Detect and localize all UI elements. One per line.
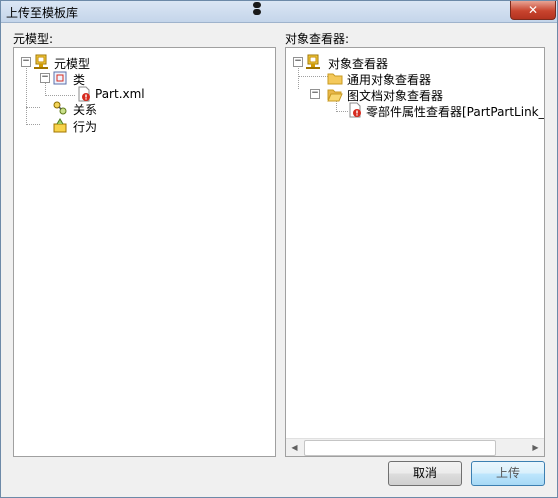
upload-dialog: 上传至模板库 ✕ 元模型: − 元模型 − 类 Part.xml 关系 行为 对… (0, 0, 558, 498)
tree-node-label: 关系 (73, 103, 98, 117)
xml-file-warning-icon (78, 86, 90, 102)
tree-connector (45, 95, 75, 96)
collapse-icon[interactable]: − (21, 57, 31, 67)
title-bar-artifact (249, 1, 265, 22)
object-viewer-icon (306, 54, 320, 69)
object-viewer-tree-panel[interactable]: − 对象查看器 通用对象查看器 − 图文档对象查看器 零部件属性查看器[Part… (285, 47, 545, 457)
tree-connector (26, 124, 40, 125)
tree-node-label: 通用对象查看器 (347, 73, 432, 87)
title-bar[interactable]: 上传至模板库 ✕ (1, 1, 557, 23)
tree-connector (26, 107, 40, 108)
upload-button[interactable]: 上传 (471, 461, 545, 486)
behavior-icon (53, 118, 67, 133)
scroll-left-button[interactable]: ◀ (286, 439, 303, 456)
meta-model-tree-panel[interactable]: − 元模型 − 类 Part.xml 关系 行为 (13, 47, 276, 457)
cancel-button[interactable]: 取消 (388, 461, 462, 486)
meta-model-label: 元模型: (13, 32, 54, 46)
folder-open-icon (327, 89, 343, 102)
file-warning-icon (349, 102, 361, 118)
tree-node-label: Part.xml (95, 87, 145, 101)
window-title: 上传至模板库 (6, 6, 79, 20)
close-button[interactable]: ✕ (510, 1, 556, 20)
collapse-icon[interactable]: − (310, 89, 320, 99)
meta-model-icon (34, 54, 48, 69)
folder-icon (327, 73, 343, 85)
tree-node-label: 零部件属性查看器[PartPartLink_Vie (366, 105, 545, 119)
collapse-icon[interactable]: − (293, 57, 303, 67)
object-viewer-label: 对象查看器: (285, 32, 350, 46)
class-icon (53, 71, 67, 85)
tree-connector (298, 76, 328, 77)
tree-connector (298, 66, 299, 89)
tree-node-label: 行为 (73, 120, 98, 134)
tree-connector (45, 82, 46, 96)
scroll-right-button[interactable]: ▶ (527, 439, 544, 456)
horizontal-scrollbar[interactable]: ◀ ▶ (286, 438, 544, 456)
scrollbar-thumb[interactable] (304, 440, 496, 456)
relation-icon (53, 101, 67, 115)
tree-connector (26, 66, 27, 123)
collapse-icon[interactable]: − (40, 73, 50, 83)
